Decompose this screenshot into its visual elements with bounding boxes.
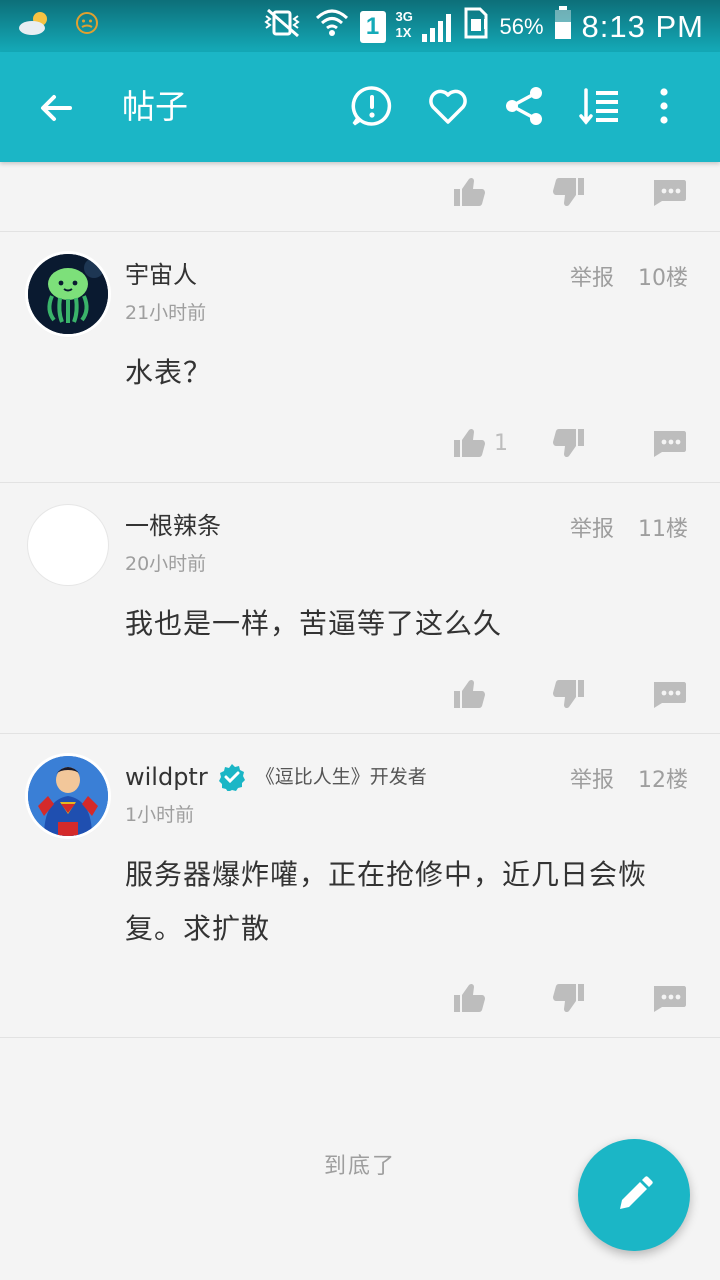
previous-post-actions — [0, 162, 720, 232]
comment-button[interactable] — [652, 978, 688, 1018]
report-icon — [351, 86, 392, 126]
thumb-down-icon — [552, 175, 586, 209]
thumb-up-icon — [452, 677, 486, 711]
share-button[interactable] — [502, 84, 546, 128]
floor-number: 10楼 — [638, 266, 688, 291]
avatar[interactable] — [28, 254, 108, 334]
username[interactable]: wildptr 《逗比人生》开发者 — [125, 760, 427, 794]
sim-slot-icon: 1 — [359, 10, 386, 43]
username-text: 宇宙人 — [125, 261, 197, 289]
battery-percent: 56% — [499, 13, 544, 39]
edit-pencil-icon — [620, 1176, 653, 1209]
dislike-button[interactable] — [552, 674, 586, 714]
app-bar: 帖子 — [0, 52, 720, 162]
comment-button[interactable] — [652, 172, 688, 212]
avatar[interactable] — [28, 505, 108, 585]
floor-number: 12楼 — [638, 768, 688, 793]
report-link[interactable]: 举报 — [570, 511, 614, 543]
thumb-up-icon — [452, 426, 486, 460]
page-title: 帖子 — [122, 87, 188, 126]
back-button[interactable] — [34, 86, 78, 130]
username[interactable]: 宇宙人 — [125, 258, 197, 292]
thumb-up-icon — [452, 175, 486, 209]
verified-badge-icon — [218, 764, 245, 791]
weather-icon — [18, 10, 52, 40]
report-button[interactable] — [350, 84, 394, 128]
network-type-bottom: 1X — [395, 24, 412, 40]
more-options-button[interactable] — [642, 84, 686, 128]
like-button[interactable] — [452, 172, 486, 212]
report-link[interactable]: 举报 — [570, 260, 614, 292]
like-button[interactable] — [452, 978, 486, 1018]
post-time: 20小时前 — [125, 553, 207, 575]
thumb-down-icon — [552, 981, 586, 1015]
post-item: 宇宙人 举报 10楼 21小时前 水表？ 1 — [0, 232, 720, 483]
sort-button[interactable] — [578, 84, 622, 128]
comment-button[interactable] — [652, 674, 688, 714]
post-content: 水表？ — [125, 356, 213, 389]
post-content: 服务器爆炸嚾，正在抢修中，近几日会恢复。求扩散 — [125, 858, 648, 945]
wifi-icon — [314, 6, 350, 47]
post-meta: 举报 11楼 — [570, 511, 688, 543]
back-arrow-icon — [41, 95, 72, 121]
post-content: 我也是一样，苦逼等了这么久 — [125, 607, 503, 640]
sim-card-alert-icon — [462, 7, 490, 46]
network-type-top: 3G — [395, 8, 413, 24]
compose-reply-button[interactable] — [578, 1139, 690, 1251]
like-button[interactable]: 1 — [452, 423, 508, 463]
dislike-button[interactable] — [552, 423, 586, 463]
share-icon — [506, 87, 542, 125]
comment-icon — [652, 679, 688, 709]
post-time: 1小时前 — [125, 804, 195, 826]
thumb-up-icon — [452, 981, 486, 1015]
post-meta: 举报 10楼 — [570, 260, 688, 292]
smiley-notification-icon — [74, 10, 100, 40]
vibrate-mute-icon — [260, 6, 304, 47]
more-vert-icon — [660, 88, 668, 124]
report-link[interactable]: 举报 — [570, 762, 614, 794]
clock: 8:13 PM — [581, 8, 704, 44]
post-item: wildptr 《逗比人生》开发者 举报 12楼 1小时前 服务器爆炸嚾，正在抢… — [0, 734, 720, 1038]
comment-icon — [652, 177, 688, 207]
username[interactable]: 一根辣条 — [125, 509, 221, 543]
dislike-button[interactable] — [552, 978, 586, 1018]
status-bar: 1 3G 1X 56% 8:13 PM — [0, 0, 720, 52]
comment-icon — [652, 983, 688, 1013]
comment-button[interactable] — [652, 423, 688, 463]
post-item: 一根辣条 举报 11楼 20小时前 我也是一样，苦逼等了这么久 — [0, 483, 720, 734]
post-time: 21小时前 — [125, 302, 207, 324]
favorite-heart-icon — [429, 89, 467, 124]
like-button[interactable] — [452, 674, 486, 714]
like-count: 1 — [494, 430, 508, 456]
battery-icon — [554, 6, 572, 47]
post-list: 宇宙人 举报 10楼 21小时前 水表？ 1 一根辣条 举报 11楼 20小时前… — [0, 162, 720, 1038]
cellular-signal-icon: 3G 1X — [395, 8, 452, 44]
sort-list-icon — [579, 88, 618, 125]
username-text: wildptr — [125, 763, 208, 791]
favorite-button[interactable] — [426, 84, 470, 128]
avatar[interactable] — [28, 756, 108, 836]
post-meta: 举报 12楼 — [570, 762, 688, 794]
username-text: 一根辣条 — [125, 512, 221, 540]
thumb-down-icon — [552, 677, 586, 711]
floor-number: 11楼 — [638, 517, 688, 542]
dislike-button[interactable] — [552, 172, 586, 212]
developer-tag: 《逗比人生》开发者 — [255, 766, 427, 788]
comment-icon — [652, 428, 688, 458]
thumb-down-icon — [552, 426, 586, 460]
